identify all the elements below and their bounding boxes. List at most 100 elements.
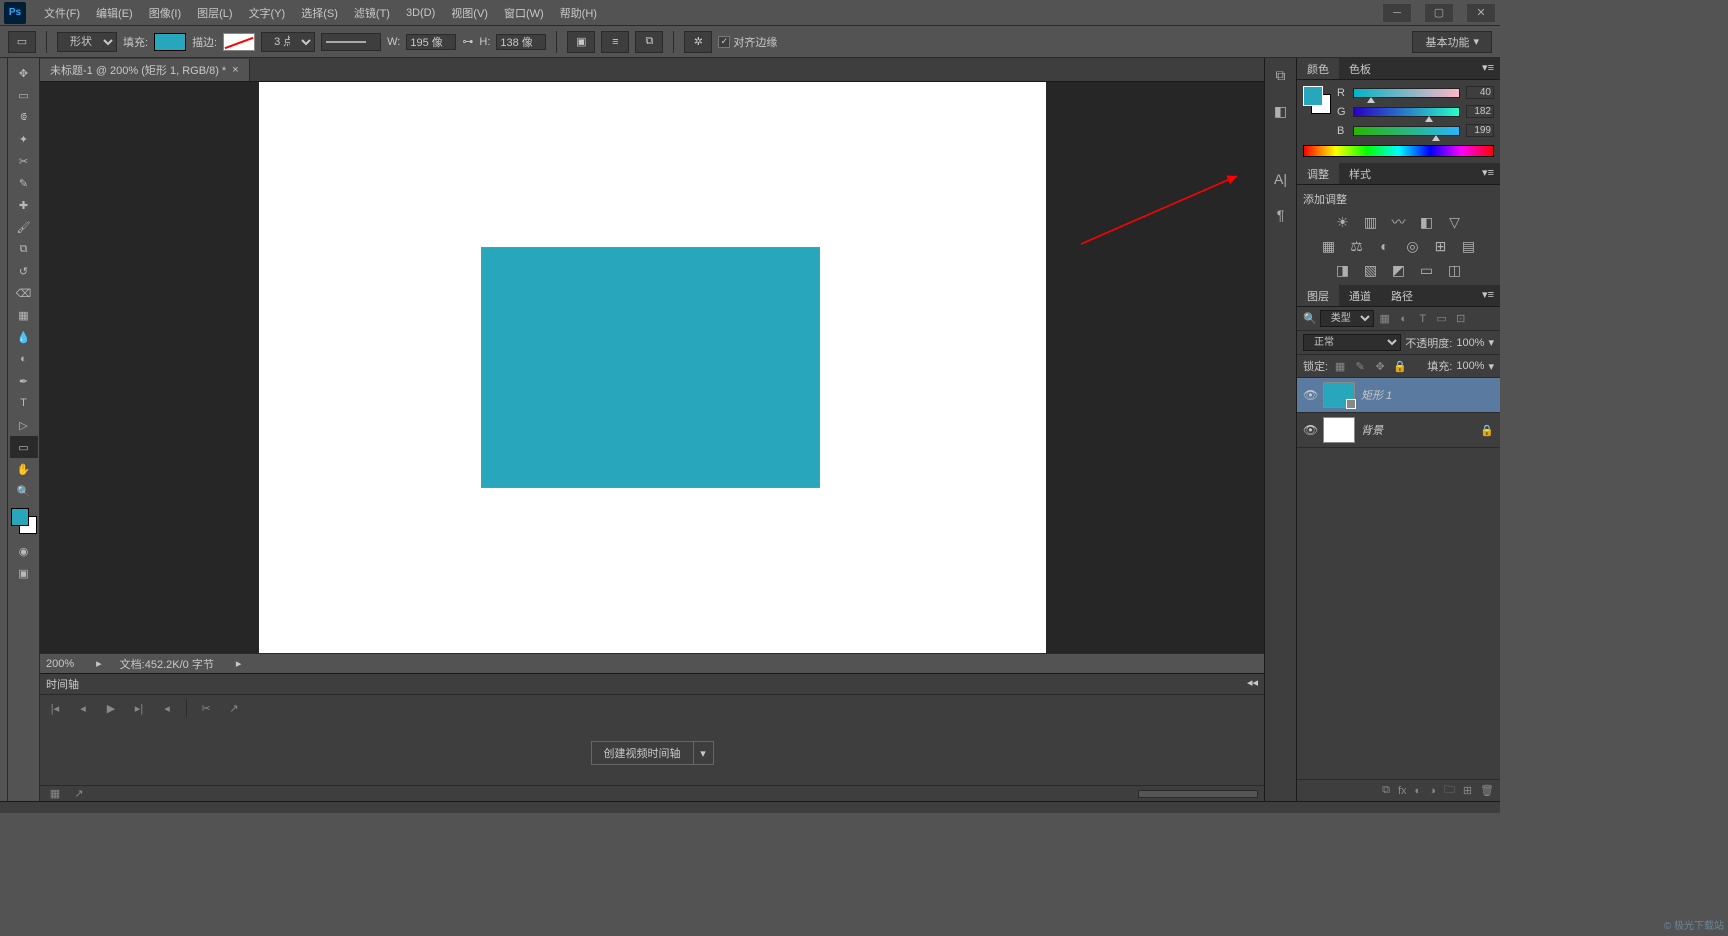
tab-color[interactable]: 颜色 [1297,58,1339,79]
path-align-icon[interactable]: ≡ [601,31,629,53]
tab-paths[interactable]: 路径 [1381,285,1423,306]
blend-mode-select[interactable]: 正常 [1303,334,1401,351]
layer-row[interactable]: 👁 矩形 1 [1297,378,1500,413]
window-close[interactable]: ✕ [1466,3,1496,23]
color-ramp[interactable] [1303,145,1494,157]
vibrance-icon[interactable]: ▽ [1445,213,1465,231]
dropdown-icon[interactable]: ▾ [1488,336,1494,349]
photo-filter-icon[interactable]: ◎ [1403,237,1423,255]
history-brush-tool[interactable]: ↺ [10,260,38,282]
panel-menu-icon[interactable]: ▾≡ [1476,163,1500,184]
shape-mode-select[interactable]: 形状 [57,32,117,52]
path-select-tool[interactable]: ▷ [10,414,38,436]
fill-adjust-icon[interactable]: ◑ [1429,785,1436,797]
paragraph-panel-icon[interactable]: ¶ [1270,204,1292,226]
tool-preset-icon[interactable]: ▭ [8,31,36,53]
layer-filter-select[interactable]: 类型 [1320,310,1374,327]
timeline-scrollbar[interactable] [1138,790,1258,798]
eyedropper-tool[interactable]: ✎ [10,172,38,194]
lock-pos-icon[interactable]: ✥ [1372,358,1388,374]
last-frame-icon[interactable]: ◂ [158,699,176,717]
shape-rectangle[interactable] [481,247,820,488]
layer-thumbnail[interactable] [1323,417,1355,443]
link-layers-icon[interactable]: ⧉ [1382,784,1390,797]
filter-adjust-icon[interactable]: ◐ [1396,311,1412,327]
first-frame-icon[interactable]: |◂ [46,699,64,717]
scissors-icon[interactable]: ✂ [197,699,215,717]
play-icon[interactable]: ▶ [102,699,120,717]
hand-tool[interactable]: ✋ [10,458,38,480]
levels-icon[interactable]: ▥ [1361,213,1381,231]
layer-mask-icon[interactable]: ◐ [1415,785,1422,797]
create-timeline-dropdown[interactable]: ▾ [694,741,714,765]
menu-type[interactable]: 文字(Y) [241,5,294,21]
lock-all-icon[interactable]: 🔒 [1392,358,1408,374]
tab-adjustments[interactable]: 调整 [1297,163,1339,184]
hue-icon[interactable]: ▦ [1319,237,1339,255]
menu-layer[interactable]: 图层(L) [189,5,240,21]
gradient-map-icon[interactable]: ▭ [1417,261,1437,279]
layer-name[interactable]: 矩形 1 [1361,387,1392,403]
fill-swatch[interactable] [154,33,186,51]
invert-icon[interactable]: ◨ [1333,261,1353,279]
layer-name[interactable]: 背景 [1361,422,1383,438]
pen-tool[interactable]: ✒ [10,370,38,392]
expand-icon[interactable]: ▸ [236,657,242,670]
stamp-tool[interactable]: ⧉ [10,238,38,260]
brush-tool[interactable]: 🖌 [10,216,38,238]
path-arrange-icon[interactable]: ⧉ [635,31,663,53]
lookup-icon[interactable]: ▤ [1459,237,1479,255]
blur-tool[interactable]: 💧 [10,326,38,348]
lock-pixel-icon[interactable]: ✎ [1352,358,1368,374]
g-slider[interactable] [1353,107,1460,117]
menu-window[interactable]: 窗口(W) [496,5,552,21]
visibility-icon[interactable]: 👁 [1303,388,1317,402]
tab-swatches[interactable]: 色板 [1339,58,1381,79]
r-input[interactable] [1466,86,1494,99]
quick-mask-icon[interactable]: ◉ [10,540,38,562]
crop-tool[interactable]: ✂ [10,150,38,172]
close-tab-icon[interactable]: × [232,64,238,76]
align-edges-checkbox[interactable]: ✓ 对齐边缘 [718,34,777,50]
properties-panel-icon[interactable]: ◧ [1270,100,1292,122]
panel-collapse-icon[interactable]: ◂◂ [1247,676,1258,692]
lock-trans-icon[interactable]: ▦ [1332,358,1348,374]
mixer-icon[interactable]: ⊞ [1431,237,1451,255]
selective-icon[interactable]: ◫ [1445,261,1465,279]
filter-pixel-icon[interactable]: ▦ [1377,311,1393,327]
dodge-tool[interactable]: ◐ [10,348,38,370]
rectangle-tool[interactable]: ▭ [10,436,38,458]
marquee-tool[interactable]: ▭ [10,84,38,106]
filter-smart-icon[interactable]: ⊡ [1453,311,1469,327]
layer-fx-icon[interactable]: fx [1398,785,1407,797]
character-panel-icon[interactable]: A| [1270,168,1292,190]
exposure-icon[interactable]: ◧ [1417,213,1437,231]
r-slider[interactable] [1353,88,1460,98]
menu-edit[interactable]: 编辑(E) [88,5,141,21]
expand-icon[interactable]: ▸ [96,657,102,670]
foreground-color-swatch[interactable] [11,508,29,526]
curves-icon[interactable]: 〰 [1389,213,1409,231]
eraser-tool[interactable]: ⌫ [10,282,38,304]
window-minimize[interactable]: ─ [1382,3,1412,23]
timeline-footer-icon[interactable]: ↗ [70,785,88,803]
canvas[interactable] [259,82,1046,653]
menu-filter[interactable]: 滤镜(T) [346,5,398,21]
gear-icon[interactable]: ✲ [684,31,712,53]
create-video-timeline-button[interactable]: 创建视频时间轴 [591,741,694,765]
magic-wand-tool[interactable]: ✦ [10,128,38,150]
transition-icon[interactable]: ↗ [225,699,243,717]
visibility-icon[interactable]: 👁 [1303,423,1317,437]
tab-styles[interactable]: 样式 [1339,163,1381,184]
filter-type-icon[interactable]: T [1415,311,1431,327]
workspace-switcher[interactable]: 基本功能▾ [1412,31,1492,53]
prev-frame-icon[interactable]: ◂ [74,699,92,717]
posterize-icon[interactable]: ▧ [1361,261,1381,279]
layer-thumbnail[interactable] [1323,382,1355,408]
healing-tool[interactable]: ✚ [10,194,38,216]
menu-select[interactable]: 选择(S) [293,5,346,21]
menu-help[interactable]: 帮助(H) [552,5,605,21]
timeline-footer-icon[interactable]: ▦ [46,785,64,803]
menu-file[interactable]: 文件(F) [36,5,88,21]
delete-layer-icon[interactable]: 🗑 [1480,784,1494,797]
